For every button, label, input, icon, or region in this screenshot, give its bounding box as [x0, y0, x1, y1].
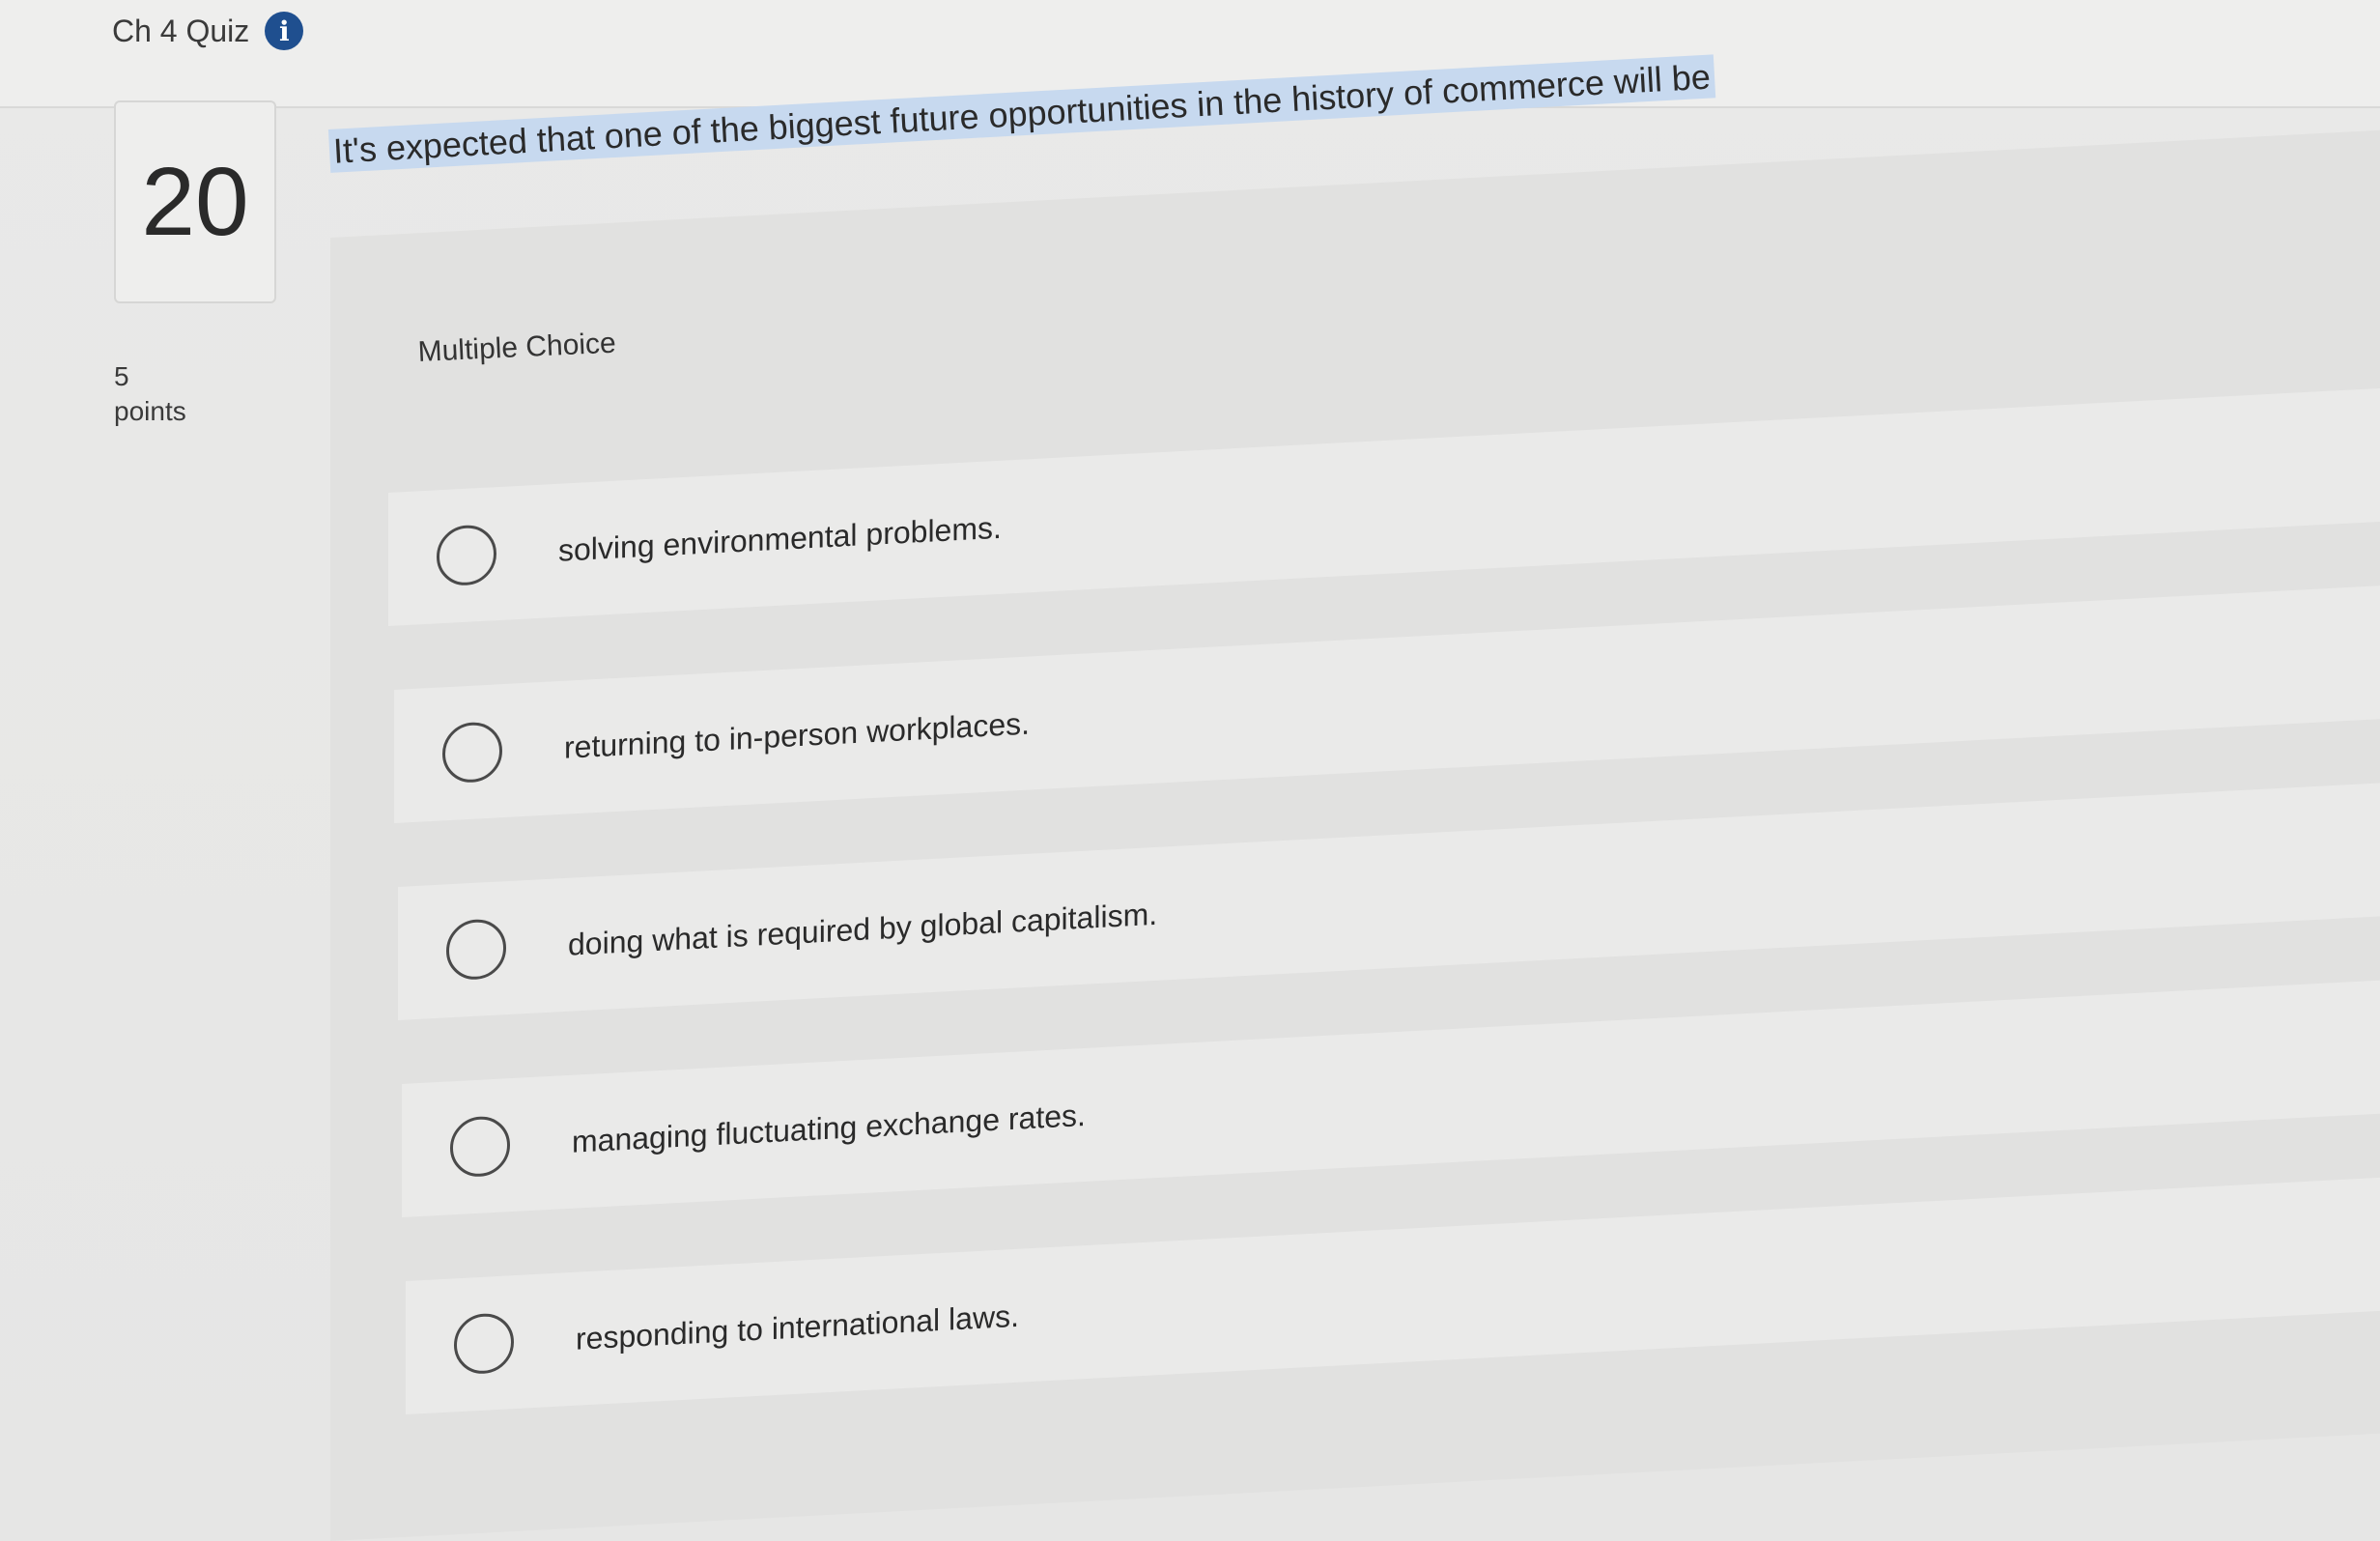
question-number: 20	[141, 147, 249, 256]
choice-label[interactable]: doing what is required by global capital…	[568, 896, 1157, 962]
info-icon[interactable]: i	[265, 12, 304, 50]
radio-button[interactable]	[442, 721, 502, 785]
choice-label[interactable]: returning to in-person workplaces.	[564, 705, 1030, 765]
quiz-title: Ch 4 Quiz i	[112, 12, 304, 50]
radio-button[interactable]	[446, 918, 506, 982]
choice-label[interactable]: responding to international laws.	[576, 1298, 1019, 1356]
points-info: 5 points	[114, 359, 186, 429]
choice-label[interactable]: solving environmental problems.	[558, 509, 1002, 568]
points-value: 5	[114, 361, 129, 391]
quiz-title-text: Ch 4 Quiz	[112, 13, 250, 48]
question-number-box: 20	[114, 100, 276, 303]
quiz-page: Ch 4 Quiz i 20 5 points It's expected th…	[0, 0, 2380, 1541]
choice-label[interactable]: managing fluctuating exchange rates.	[572, 1097, 1086, 1159]
points-label: points	[114, 396, 186, 426]
radio-button[interactable]	[450, 1115, 510, 1179]
radio-button[interactable]	[437, 524, 496, 587]
radio-button[interactable]	[454, 1312, 514, 1376]
